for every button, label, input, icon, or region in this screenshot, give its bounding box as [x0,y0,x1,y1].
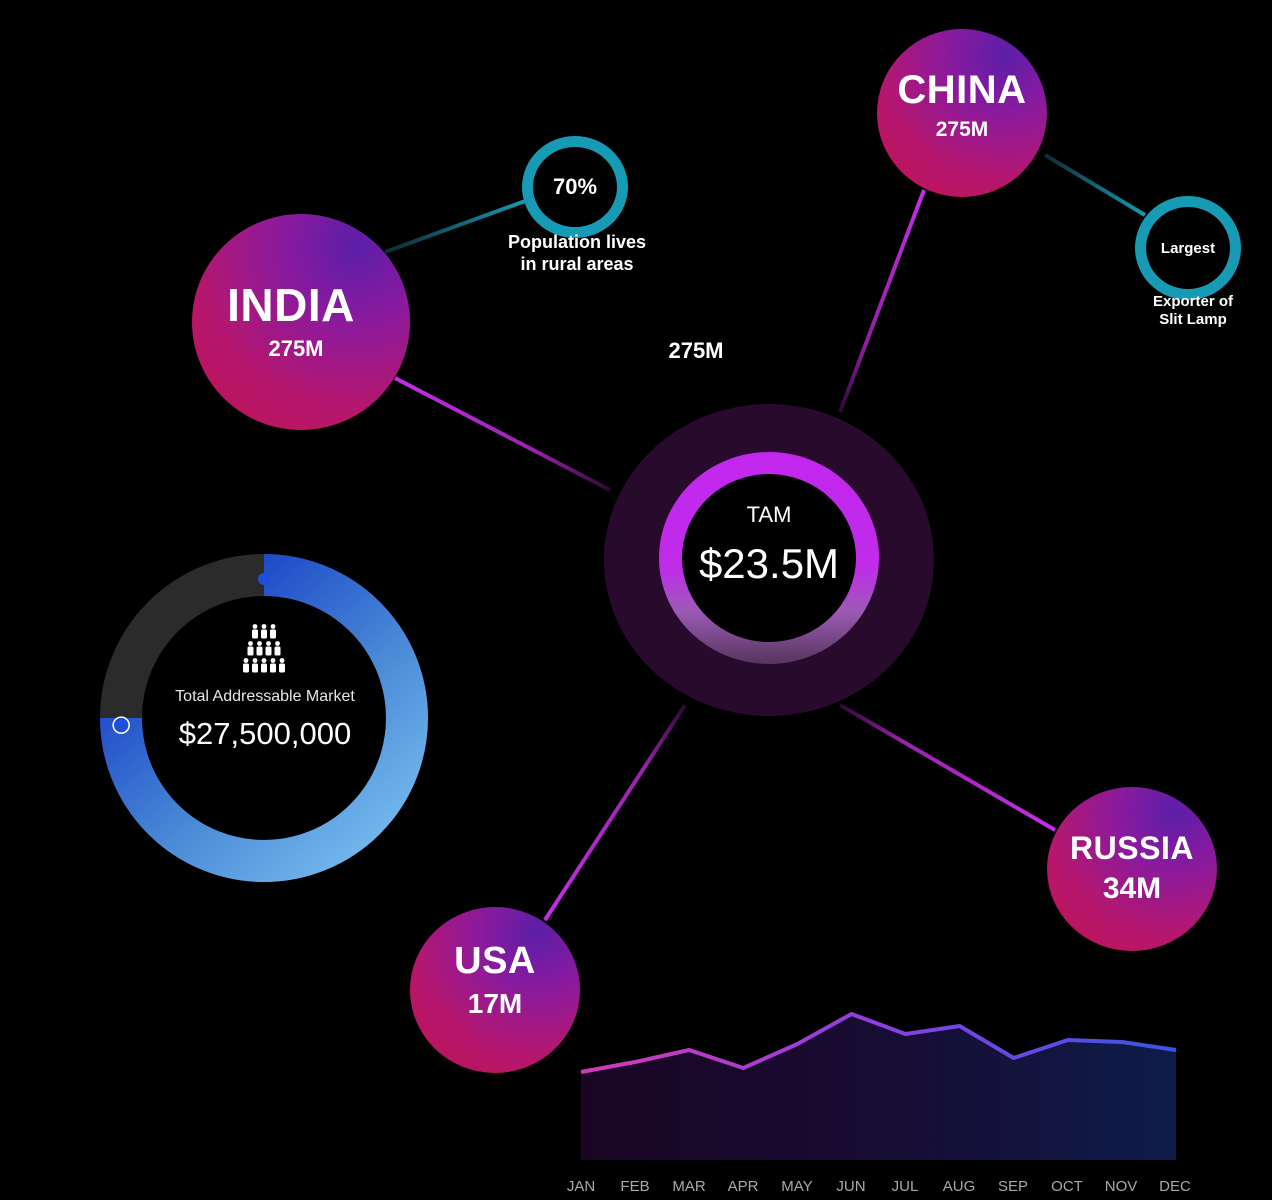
x-tick-feb: FEB [620,1178,650,1195]
x-tick-mar: MAR [672,1178,706,1195]
chart-area-fill [581,1014,1176,1160]
x-tick-aug: AUG [942,1178,976,1195]
x-tick-apr: APR [727,1178,759,1195]
tam-value: $23.5M [698,540,840,587]
country-name: INDIA [227,279,355,331]
caption-line: Slit Lamp [1159,311,1227,328]
x-tick-jan: JAN [566,1178,596,1195]
caption-line: in rural areas [520,253,634,274]
country-value: 17M [467,988,523,1019]
connector-india-tam [394,376,611,492]
country-usa[interactable]: USA 17M [410,907,580,1073]
country-name: CHINA [897,68,1027,112]
country-value: 34M [1102,872,1162,905]
country-name: RUSSIA [1070,830,1194,866]
x-tick-sep: SEP [997,1178,1028,1195]
rural-stat-value: 70% [552,174,598,199]
connector-china-exporter [1043,153,1147,217]
country-value: 275M [268,336,324,361]
country-value: 275M [935,118,989,141]
x-tick-jul: JUL [891,1178,919,1195]
rural-stat-caption: Population lives in rural areas [482,232,672,275]
x-tick-may: MAY [781,1178,813,1195]
donut-start-dot [258,573,270,585]
country-india[interactable]: INDIA 275M [192,214,410,430]
floating-value-label: 275M [668,338,724,363]
connector-usa-tam [543,703,687,922]
x-tick-oct: OCT [1051,1178,1083,1195]
market-value: $27,500,000 [178,716,352,751]
caption-line: Exporter of [1152,293,1233,310]
tam-label: TAM [746,502,792,527]
people-pyramid-icon [240,620,288,674]
caption-line: Population lives [507,232,647,252]
exporter-stat-caption: Exporter of Slit Lamp [1130,293,1256,329]
connector-china-tam [838,189,926,413]
market-label: Total Addressable Market [175,688,355,705]
x-tick-jun: JUN [836,1178,866,1195]
exporter-stat-ring: Largest [1135,196,1241,300]
country-name: USA [454,940,536,982]
country-russia[interactable]: RUSSIA 34M [1047,787,1217,951]
rural-stat-ring: 70% [522,136,628,238]
x-tick-dec: DEC [1159,1178,1191,1195]
monthly-chart [580,1012,1177,1160]
exporter-stat-value: Largest [1160,239,1216,257]
donut-marker-dot [112,716,130,734]
country-china[interactable]: CHINA 275M [877,29,1047,197]
connector-russia-tam [838,703,1057,832]
x-tick-nov: NOV [1104,1178,1138,1195]
